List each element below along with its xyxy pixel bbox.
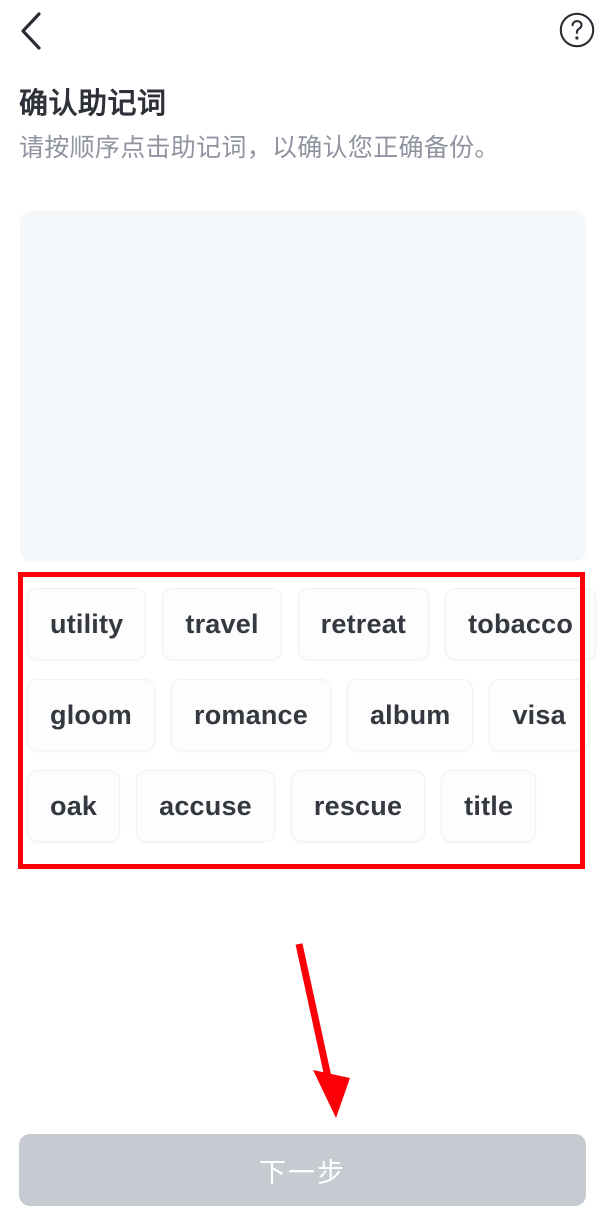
navbar [0, 0, 610, 62]
word-chip[interactable]: gloom [27, 679, 155, 751]
back-button[interactable] [4, 4, 58, 58]
word-pool-row: utility travel retreat tobacco [27, 588, 597, 660]
question-circle-icon [558, 11, 596, 49]
word-chip[interactable]: romance [171, 679, 331, 751]
selected-words-area[interactable] [20, 211, 586, 562]
word-chip[interactable]: accuse [136, 770, 275, 842]
word-chip[interactable]: album [346, 679, 474, 751]
page-subtitle: 请按顺序点击助记词，以确认您正确备份。 [19, 134, 500, 162]
word-chip[interactable]: retreat [297, 588, 430, 660]
word-pool: utility travel retreat tobacco gloom rom… [27, 588, 597, 842]
word-pool-row: gloom romance album visa [27, 679, 589, 751]
word-chip[interactable]: title [441, 770, 537, 842]
word-chip[interactable]: utility [27, 588, 147, 660]
word-chip[interactable]: oak [27, 770, 121, 842]
word-pool-row: oak accuse rescue title [27, 770, 578, 842]
page-title: 确认助记词 [19, 88, 167, 120]
word-chip[interactable]: tobacco [445, 588, 597, 660]
help-button[interactable] [554, 7, 600, 53]
word-chip[interactable]: travel [162, 588, 282, 660]
word-chip[interactable]: visa [489, 679, 589, 751]
word-chip[interactable]: rescue [290, 770, 426, 842]
next-button[interactable]: 下一步 [19, 1134, 586, 1206]
chevron-left-icon [18, 11, 44, 51]
annotation-arrow-icon [280, 930, 390, 1125]
selected-words-list [20, 211, 586, 562]
